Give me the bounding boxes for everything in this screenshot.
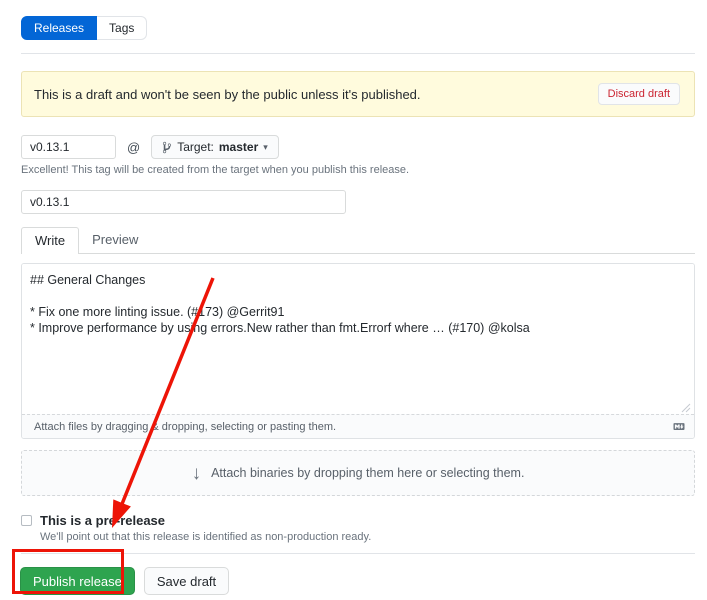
markdown-icon xyxy=(671,421,687,432)
prerelease-label[interactable]: This is a pre-release xyxy=(40,513,165,528)
attach-files-bar[interactable]: Attach files by dragging & dropping, sel… xyxy=(22,414,694,438)
actions-divider xyxy=(21,553,695,554)
caret-down-icon: ▾ xyxy=(263,142,268,153)
release-body-editor: ## General Changes * Fix one more lintin… xyxy=(21,263,695,439)
editor-tab-nav: Write Preview xyxy=(21,227,695,254)
tag-name-input[interactable] xyxy=(21,135,116,159)
target-branch-dropdown[interactable]: Target: master ▾ xyxy=(151,135,279,159)
releases-tags-switch: Releases Tags xyxy=(21,16,695,40)
prerelease-section: This is a pre-release We'll point out th… xyxy=(21,513,695,543)
top-divider xyxy=(21,53,695,54)
tag-target-row: @ Target: master ▾ xyxy=(21,135,695,159)
tab-releases[interactable]: Releases xyxy=(21,16,97,40)
save-draft-button[interactable]: Save draft xyxy=(144,567,229,595)
tab-preview[interactable]: Preview xyxy=(79,227,151,253)
prerelease-helper: We'll point out that this release is ide… xyxy=(40,531,695,543)
git-branch-icon xyxy=(162,141,172,154)
tag-helper-text: Excellent! This tag will be created from… xyxy=(21,164,695,176)
draft-warning-text: This is a draft and won't be seen by the… xyxy=(34,87,421,102)
discard-draft-button[interactable]: Discard draft xyxy=(598,83,680,105)
draft-warning-banner: This is a draft and won't be seen by the… xyxy=(21,71,695,117)
tab-write[interactable]: Write xyxy=(21,227,79,254)
target-branch-name: master xyxy=(219,140,258,154)
at-symbol: @ xyxy=(127,140,140,155)
publish-release-button[interactable]: Publish release xyxy=(20,567,135,595)
attach-binaries-text: Attach binaries by dropping them here or… xyxy=(211,466,524,480)
attach-binaries-dropzone[interactable]: ↓ Attach binaries by dropping them here … xyxy=(21,450,695,496)
attach-files-hint: Attach files by dragging & dropping, sel… xyxy=(34,421,336,433)
tab-tags[interactable]: Tags xyxy=(97,16,147,40)
target-label: Target: xyxy=(177,140,214,154)
release-edit-page: Releases Tags This is a draft and won't … xyxy=(21,0,695,595)
arrow-down-icon: ↓ xyxy=(192,464,202,483)
release-body-textarea[interactable]: ## General Changes * Fix one more lintin… xyxy=(22,264,694,414)
release-title-input[interactable] xyxy=(21,190,346,214)
prerelease-checkbox[interactable] xyxy=(21,515,32,526)
actions-row: Publish release Save draft xyxy=(21,567,695,595)
